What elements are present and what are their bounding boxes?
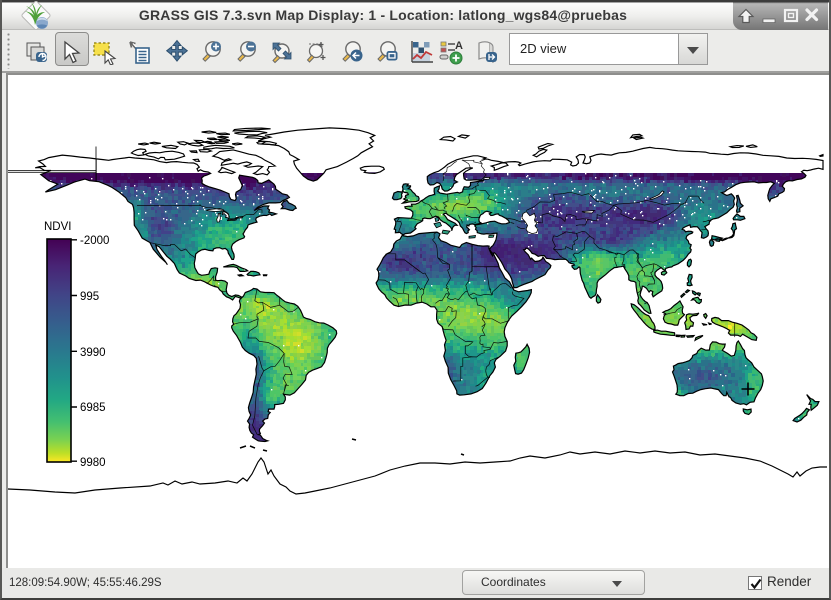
- svg-text:A: A: [455, 40, 463, 52]
- svg-text:3990: 3990: [80, 347, 106, 359]
- svg-text:9980: 9980: [80, 457, 106, 469]
- svg-text:NDVI: NDVI: [44, 221, 71, 233]
- svg-text:995: 995: [80, 291, 99, 303]
- svg-text:-2000: -2000: [80, 235, 109, 247]
- svg-text:6985: 6985: [80, 402, 106, 414]
